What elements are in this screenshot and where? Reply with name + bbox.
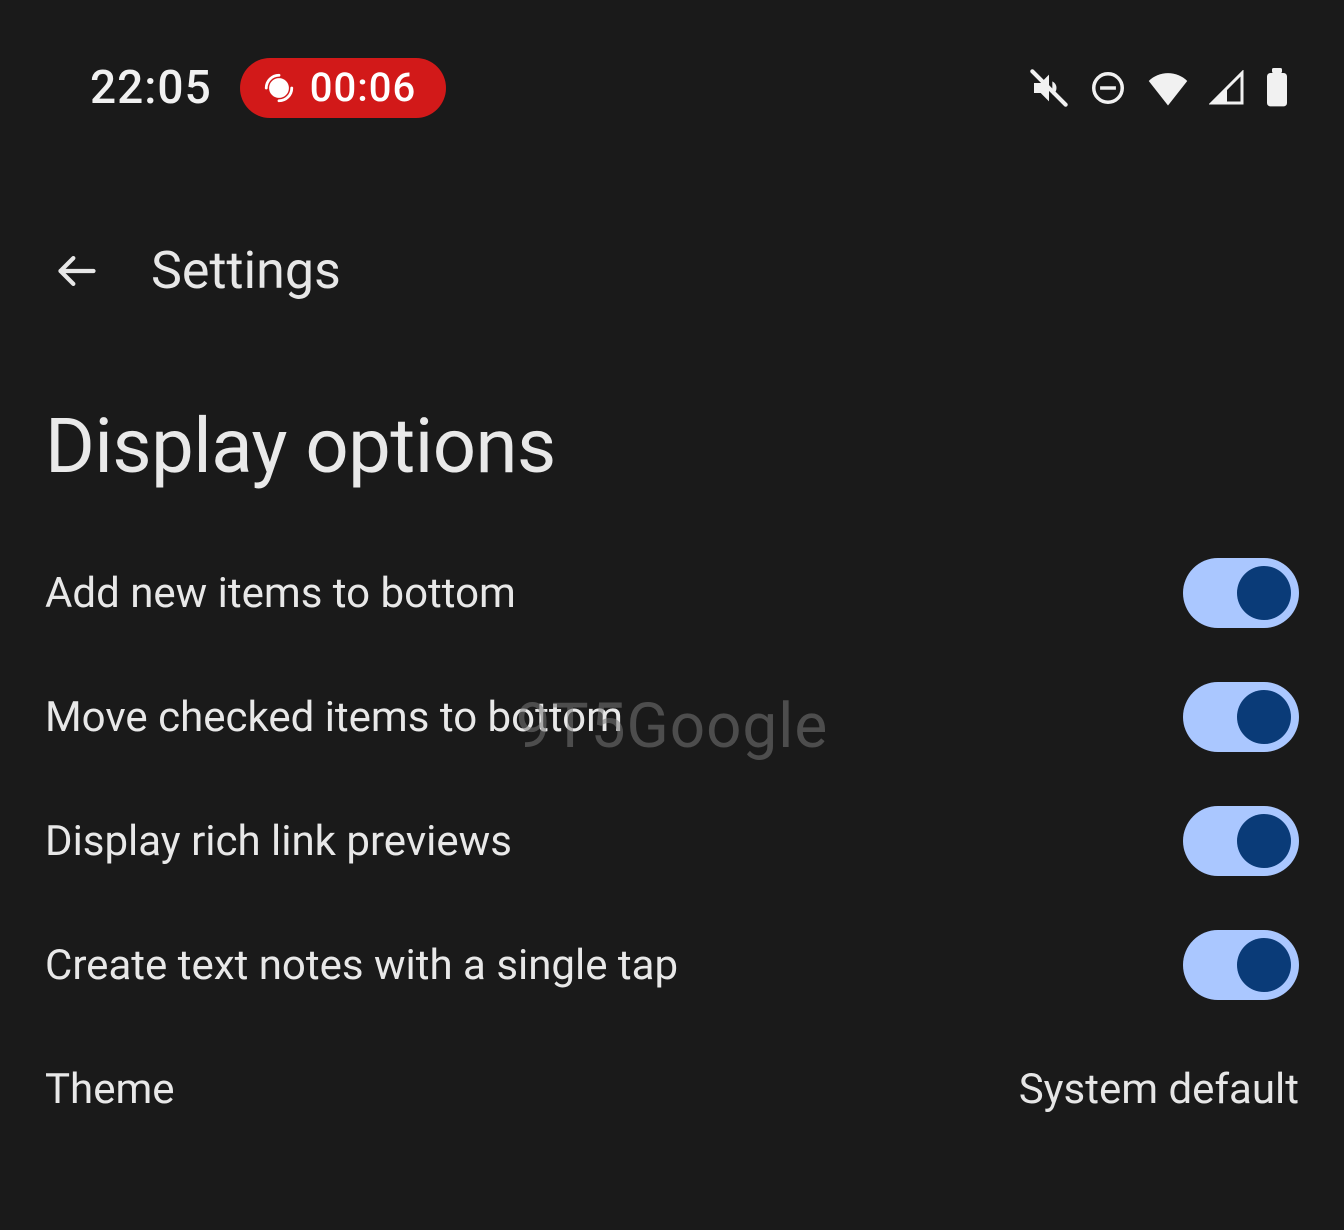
battery-icon xyxy=(1265,68,1289,108)
signal-icon xyxy=(1209,70,1245,106)
toggle-switch[interactable] xyxy=(1183,806,1299,876)
section-title: Display options xyxy=(0,301,1344,491)
setting-label: Theme xyxy=(45,1065,175,1114)
clock: 22:05 xyxy=(90,61,212,115)
status-right xyxy=(1029,68,1289,108)
status-bar: 22:05 00:06 xyxy=(0,0,1344,120)
dnd-icon xyxy=(1089,69,1127,107)
toggle-switch[interactable] xyxy=(1183,682,1299,752)
recording-time: 00:06 xyxy=(310,64,416,111)
app-bar: Settings xyxy=(0,120,1344,301)
setting-value: System default xyxy=(1019,1065,1299,1114)
setting-theme[interactable]: Theme System default xyxy=(45,1027,1299,1151)
arrow-left-icon xyxy=(55,247,99,295)
recording-pill[interactable]: 00:06 xyxy=(240,58,446,118)
record-icon xyxy=(262,71,296,105)
toggle-switch[interactable] xyxy=(1183,558,1299,628)
back-button[interactable] xyxy=(55,249,99,293)
setting-label: Create text notes with a single tap xyxy=(45,941,678,990)
wifi-icon xyxy=(1147,70,1189,106)
setting-create-text-notes-single-tap[interactable]: Create text notes with a single tap xyxy=(45,903,1299,1027)
setting-label: Display rich link previews xyxy=(45,817,512,866)
toggle-switch[interactable] xyxy=(1183,930,1299,1000)
status-left: 22:05 00:06 xyxy=(90,58,446,118)
page-title: Settings xyxy=(151,240,341,301)
setting-move-checked-items-bottom[interactable]: Move checked items to bottom xyxy=(45,655,1299,779)
setting-add-new-items-bottom[interactable]: Add new items to bottom xyxy=(45,531,1299,655)
setting-label: Move checked items to bottom xyxy=(45,693,623,742)
settings-list: Add new items to bottom Move checked ite… xyxy=(0,491,1344,1151)
mute-icon xyxy=(1029,68,1069,108)
setting-label: Add new items to bottom xyxy=(45,569,516,618)
setting-display-rich-link-previews[interactable]: Display rich link previews xyxy=(45,779,1299,903)
